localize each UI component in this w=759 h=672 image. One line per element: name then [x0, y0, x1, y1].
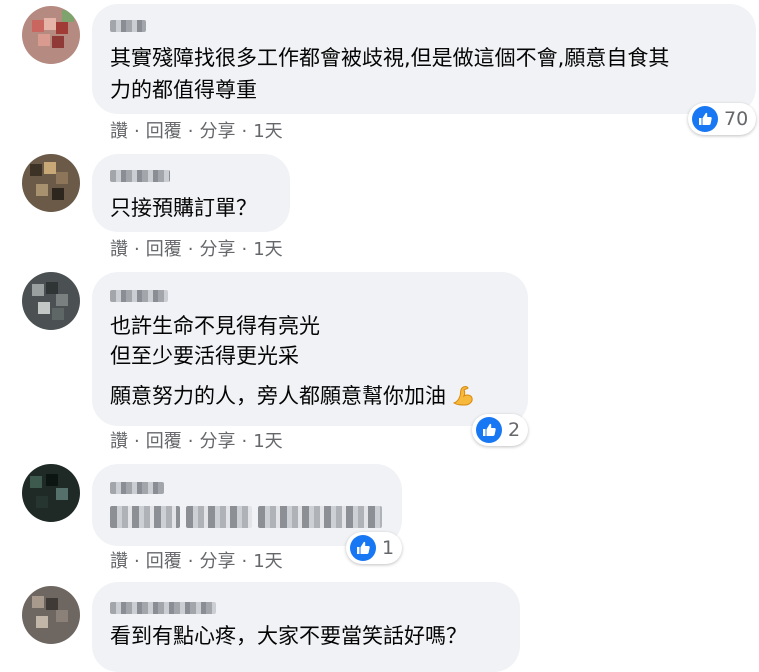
avatar[interactable] [22, 154, 80, 212]
pixelated-comment-text [258, 506, 382, 528]
comment-text: 願意努力的人，旁人都願意幫你加油 [110, 384, 446, 408]
commenter-name[interactable] [110, 482, 164, 494]
comment-text-line: 但至少要活得更光采 [110, 344, 299, 368]
timestamp-link[interactable]: 1天 [253, 551, 282, 572]
comment-actions: 讚 · 回覆 · 分享 · 1天 [110, 431, 283, 452]
like-link[interactable]: 讚 [110, 431, 128, 452]
comment-actions: 讚 · 回覆 · 分享 · 1天 [110, 121, 283, 142]
comment-text-line: 其實殘障找很多工作都會被歧視,但是做這個不會,願意自食其 [110, 46, 670, 70]
comment-text-line: 看到有點心疼，大家不要當笑話好嗎？ [110, 624, 467, 648]
share-link[interactable]: 分享 [199, 121, 235, 142]
flexed-biceps-icon [450, 382, 476, 408]
like-icon [692, 106, 718, 132]
timestamp-link[interactable]: 1天 [253, 239, 282, 260]
avatar[interactable] [22, 272, 80, 330]
comment-text-line: 也許生命不見得有亮光 [110, 314, 320, 338]
share-link[interactable]: 分享 [199, 551, 235, 572]
reply-link[interactable]: 回覆 [146, 551, 182, 572]
comment-text-line: 只接預購訂單？ [110, 196, 257, 220]
reaction-count: 2 [508, 419, 521, 441]
avatar[interactable] [22, 464, 80, 522]
comment-text-line: 力的都值得尊重 [110, 78, 257, 102]
timestamp-link[interactable]: 1天 [253, 431, 282, 452]
avatar[interactable] [22, 6, 80, 64]
comment-bubble: 看到有點心疼，大家不要當笑話好嗎？ [92, 582, 520, 672]
like-link[interactable]: 讚 [110, 239, 128, 260]
reaction-summary[interactable]: 1 [346, 532, 403, 564]
share-link[interactable]: 分享 [199, 431, 235, 452]
commenter-name[interactable] [110, 290, 168, 302]
commenter-name[interactable] [110, 20, 146, 32]
like-link[interactable]: 讚 [110, 551, 128, 572]
reply-link[interactable]: 回覆 [146, 121, 182, 142]
comment-bubble: 其實殘障找很多工作都會被歧視,但是做這個不會,願意自食其 力的都值得尊重 [92, 4, 756, 114]
pixelated-comment-text [110, 506, 180, 528]
reaction-summary[interactable]: 2 [472, 414, 529, 446]
comment-bubble: 也許生命不見得有亮光 但至少要活得更光采 願意努力的人，旁人都願意幫你加油 [92, 272, 528, 426]
comment-bubble: 只接預購訂單？ [92, 154, 290, 232]
like-icon [350, 535, 376, 561]
comment-text-line: 願意努力的人，旁人都願意幫你加油 [110, 380, 476, 412]
comment-actions: 讚 · 回覆 · 分享 · 1天 [110, 239, 283, 260]
avatar[interactable] [22, 586, 80, 644]
reaction-summary[interactable]: 70 [688, 103, 757, 135]
reaction-count: 70 [724, 108, 749, 130]
pixelated-comment-text [186, 506, 252, 528]
like-link[interactable]: 讚 [110, 121, 128, 142]
share-link[interactable]: 分享 [199, 239, 235, 260]
comment-actions: 讚 · 回覆 · 分享 · 1天 [110, 551, 283, 572]
commenter-name[interactable] [110, 602, 216, 614]
reply-link[interactable]: 回覆 [146, 239, 182, 260]
reaction-count: 1 [382, 537, 395, 559]
timestamp-link[interactable]: 1天 [253, 121, 282, 142]
like-icon [476, 417, 502, 443]
commenter-name[interactable] [110, 170, 170, 182]
reply-link[interactable]: 回覆 [146, 431, 182, 452]
